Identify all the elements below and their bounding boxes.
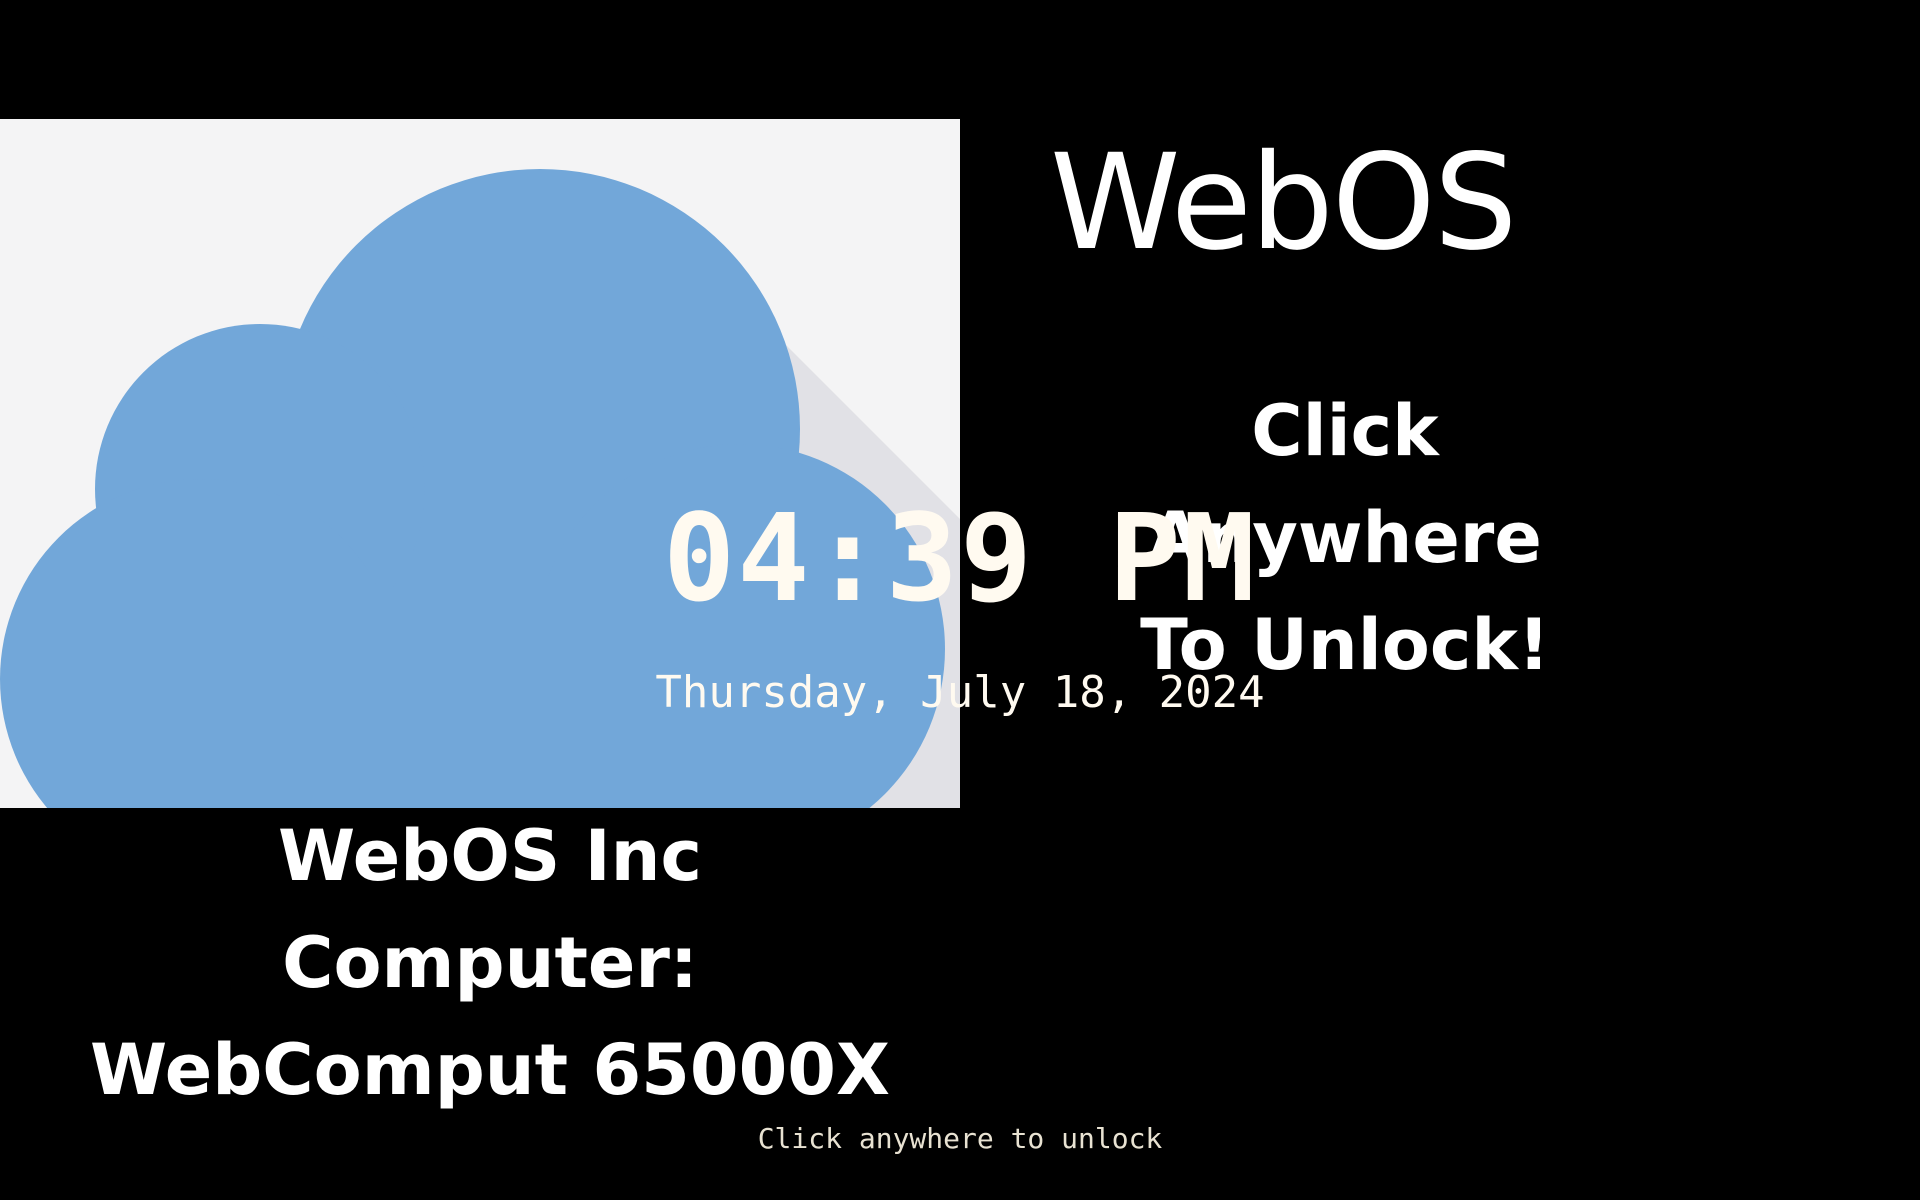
brand-title: WebOS: [1050, 126, 1517, 280]
device-info-line: WebComput 65000X: [90, 1029, 890, 1111]
device-info-line: WebOS Inc: [278, 815, 702, 897]
unlock-hint: Click anywhere to unlock: [757, 1122, 1163, 1155]
lock-screen[interactable]: WebOS Click Anywhere To Unlock! WebOS In…: [0, 0, 1920, 1200]
clock-date: Thursday, July 18, 2024: [655, 667, 1265, 718]
device-info-line: Computer:: [282, 922, 698, 1004]
clock-time: 04:39 PM: [663, 490, 1257, 629]
device-info: WebOS Inc Computer: WebComput 65000X: [40, 803, 940, 1124]
unlock-headline-line: Click: [1251, 390, 1439, 472]
